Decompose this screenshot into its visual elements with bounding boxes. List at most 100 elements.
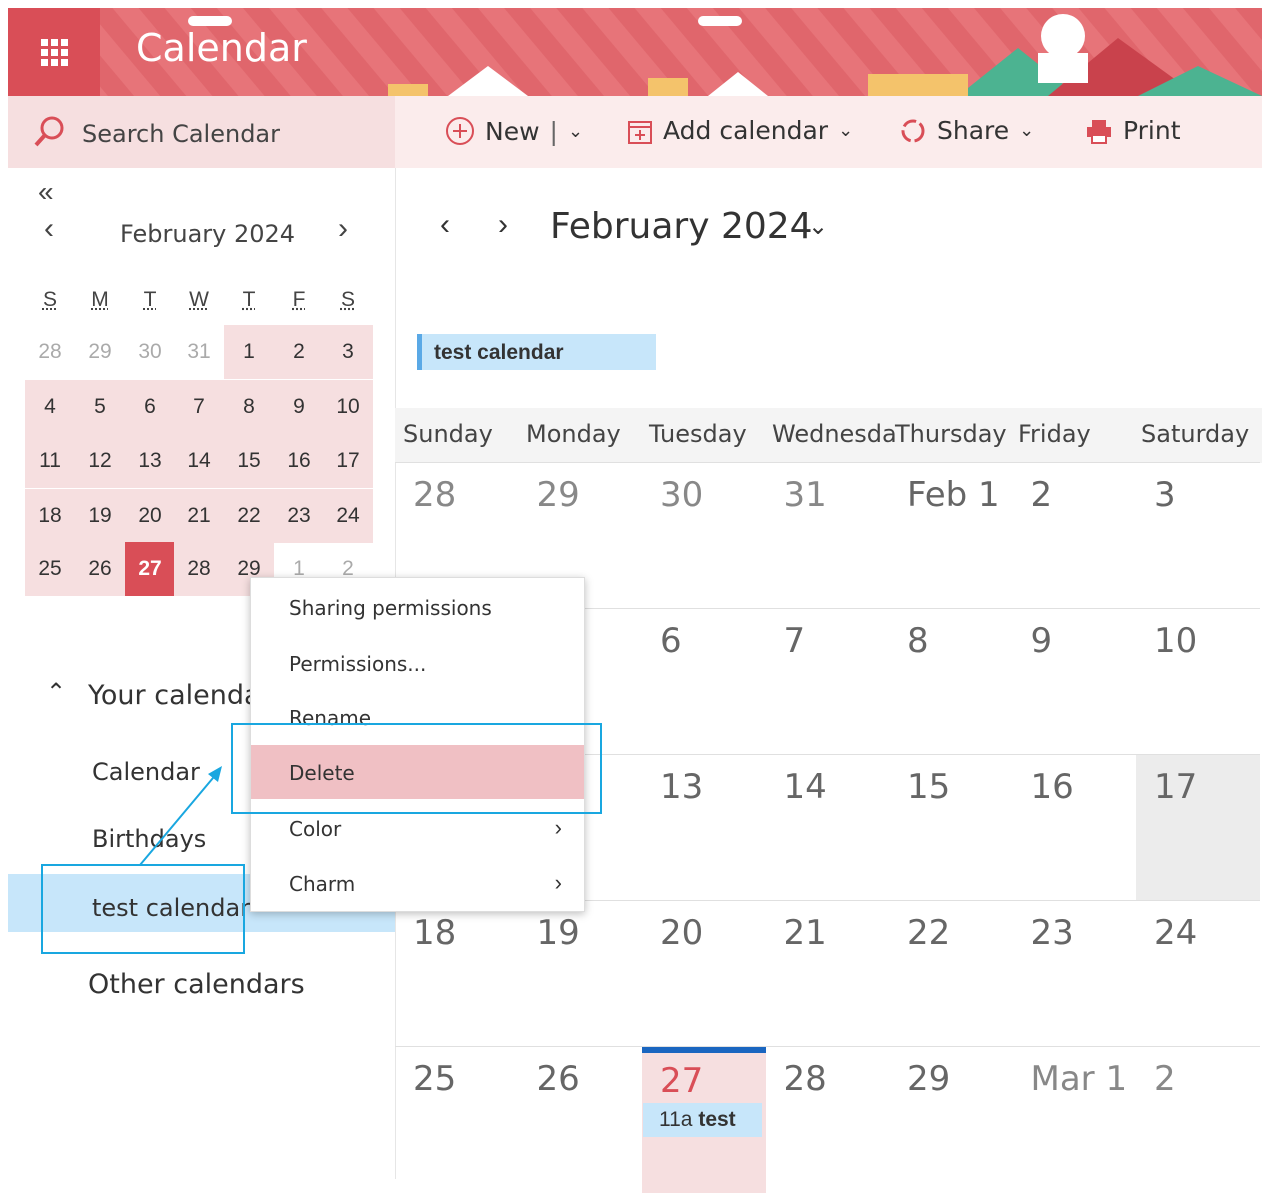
- search-box[interactable]: Search Calendar: [8, 96, 395, 168]
- day-cell[interactable]: 23: [1013, 901, 1137, 1047]
- share-button[interactable]: Share ⌄: [899, 116, 1034, 145]
- mini-day[interactable]: 9: [274, 380, 324, 434]
- annotation-highlight-delete: [231, 723, 602, 814]
- day-cell[interactable]: 7: [766, 609, 890, 755]
- mini-day[interactable]: 28: [25, 325, 75, 379]
- mini-day[interactable]: 18: [25, 489, 75, 543]
- mini-day[interactable]: 22: [224, 489, 274, 543]
- app-header: Calendar: [8, 8, 1262, 96]
- chevron-down-icon[interactable]: ⌄: [568, 121, 583, 142]
- menu-item-permissions[interactable]: Permissions...: [251, 636, 584, 690]
- mini-day[interactable]: 5: [75, 380, 125, 434]
- event-label: 11a test: [659, 1108, 736, 1132]
- mini-weekday-label: W: [189, 288, 209, 311]
- mini-day[interactable]: 4: [25, 380, 75, 434]
- day-cell[interactable]: 9: [1013, 609, 1137, 755]
- day-cell[interactable]: 13: [642, 755, 766, 901]
- mini-day[interactable]: 1: [224, 325, 274, 379]
- day-cell[interactable]: 25: [395, 1047, 519, 1193]
- day-cell[interactable]: 14: [766, 755, 890, 901]
- mini-day[interactable]: 24: [323, 489, 373, 543]
- calendar-tag-label: test calendar: [434, 341, 564, 364]
- day-cell[interactable]: 31: [766, 463, 890, 609]
- weekday-label: Sunday: [403, 420, 493, 448]
- print-button[interactable]: Print: [1085, 116, 1181, 145]
- day-cell[interactable]: 29: [889, 1047, 1013, 1193]
- mini-day[interactable]: 15: [224, 434, 274, 488]
- mini-day[interactable]: 19: [75, 489, 125, 543]
- day-cell[interactable]: 22: [889, 901, 1013, 1047]
- mini-day[interactable]: 20: [125, 489, 175, 543]
- day-cell[interactable]: 2: [1136, 1047, 1260, 1193]
- day-number: 26: [536, 1059, 580, 1099]
- weekday-label: Tuesday: [649, 420, 747, 448]
- event-chip[interactable]: 11a test: [643, 1103, 762, 1137]
- day-cell[interactable]: 28: [766, 1047, 890, 1193]
- day-cell[interactable]: 30: [642, 463, 766, 609]
- mini-day[interactable]: 3: [323, 325, 373, 379]
- day-cell[interactable]: 3: [1136, 463, 1260, 609]
- day-number: 2: [1154, 1059, 1176, 1099]
- main-prev-month-button[interactable]: ‹: [440, 208, 450, 242]
- day-cell[interactable]: 16: [1013, 755, 1137, 901]
- menu-item-charm[interactable]: Charm ›: [251, 856, 584, 910]
- day-cell[interactable]: 17: [1136, 755, 1260, 901]
- day-number: Feb 1: [907, 475, 1000, 515]
- day-cell[interactable]: 18: [395, 901, 519, 1047]
- app-launcher-button[interactable]: [8, 8, 100, 96]
- collapse-pane-button[interactable]: «: [38, 176, 54, 208]
- mini-next-month-button[interactable]: ›: [338, 212, 348, 246]
- mini-day[interactable]: 2: [274, 325, 324, 379]
- day-number: 27: [660, 1061, 704, 1101]
- mini-day[interactable]: 12: [75, 434, 125, 488]
- search-input[interactable]: Search Calendar: [82, 120, 280, 148]
- day-number: 31: [783, 475, 827, 515]
- weekday-label: Saturday: [1141, 420, 1250, 448]
- main-next-month-button[interactable]: ›: [498, 208, 508, 242]
- add-calendar-button[interactable]: Add calendar ⌄: [627, 116, 853, 145]
- mini-day[interactable]: 31: [174, 325, 224, 379]
- day-cell[interactable]: 10: [1136, 609, 1260, 755]
- mini-day[interactable]: 10: [323, 380, 373, 434]
- mini-day[interactable]: 21: [174, 489, 224, 543]
- mini-day[interactable]: 30: [125, 325, 175, 379]
- mini-day[interactable]: 6: [125, 380, 175, 434]
- main-month-label[interactable]: February 2024: [550, 206, 813, 247]
- chevron-up-icon[interactable]: ⌃: [46, 678, 66, 706]
- day-cell[interactable]: 21: [766, 901, 890, 1047]
- day-cell[interactable]: 24: [1136, 901, 1260, 1047]
- mini-calendar-month-label: February 2024: [120, 220, 296, 248]
- mini-day[interactable]: 26: [75, 542, 125, 596]
- chevron-right-icon: ›: [554, 815, 562, 840]
- new-button[interactable]: New | ⌄: [445, 116, 583, 146]
- mini-day[interactable]: 17: [323, 434, 373, 488]
- day-number: 16: [1030, 767, 1074, 807]
- mini-day[interactable]: 7: [174, 380, 224, 434]
- day-cell[interactable]: 6: [642, 609, 766, 755]
- mini-day[interactable]: 28: [174, 542, 224, 596]
- day-number: 23: [1030, 913, 1074, 953]
- calendar-tag[interactable]: test calendar: [417, 334, 656, 370]
- mini-day-today[interactable]: 27: [125, 542, 175, 596]
- day-cell[interactable]: 8: [889, 609, 1013, 755]
- day-cell[interactable]: 15: [889, 755, 1013, 901]
- mini-day[interactable]: 25: [25, 542, 75, 596]
- day-cell[interactable]: Mar 1: [1013, 1047, 1137, 1193]
- mini-day[interactable]: 23: [274, 489, 324, 543]
- day-cell[interactable]: 20: [642, 901, 766, 1047]
- day-cell[interactable]: 26: [519, 1047, 643, 1193]
- chevron-down-icon[interactable]: ⌄: [808, 212, 828, 241]
- menu-item-sharing-permissions[interactable]: Sharing permissions: [251, 580, 584, 634]
- day-cell[interactable]: 2: [1013, 463, 1137, 609]
- mini-day[interactable]: 11: [25, 434, 75, 488]
- mini-day[interactable]: 13: [125, 434, 175, 488]
- day-number: 29: [907, 1059, 951, 1099]
- mini-day[interactable]: 8: [224, 380, 274, 434]
- mini-prev-month-button[interactable]: ‹: [44, 212, 54, 246]
- day-cell[interactable]: Feb 1: [889, 463, 1013, 609]
- day-cell[interactable]: 19: [519, 901, 643, 1047]
- mini-day[interactable]: 16: [274, 434, 324, 488]
- mini-day[interactable]: 14: [174, 434, 224, 488]
- mini-day[interactable]: 29: [75, 325, 125, 379]
- other-calendars-heading[interactable]: Other calendars: [88, 969, 305, 1000]
